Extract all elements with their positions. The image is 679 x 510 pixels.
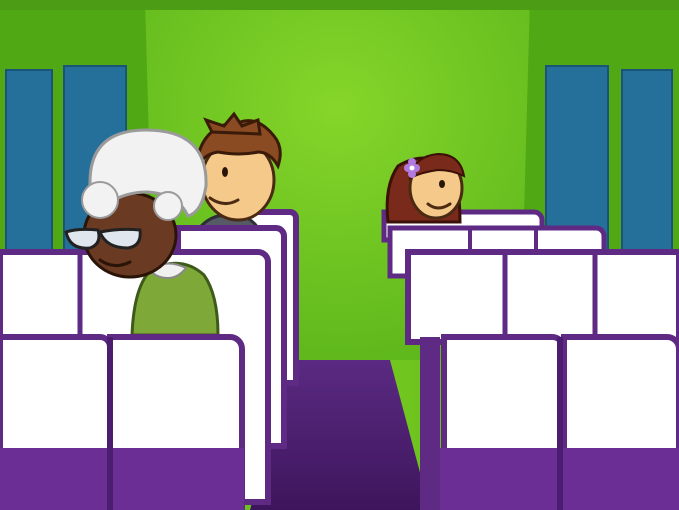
seat-row-front-right xyxy=(420,334,679,510)
bus-interior-scene xyxy=(0,0,679,510)
seat-row-front-left xyxy=(0,334,245,510)
ceiling-strip xyxy=(0,0,679,10)
window-left-1 xyxy=(5,69,53,271)
girl-with-flower-icon xyxy=(385,152,466,224)
seat-row-near-middle-right xyxy=(405,249,679,345)
window-right-2 xyxy=(621,69,673,271)
